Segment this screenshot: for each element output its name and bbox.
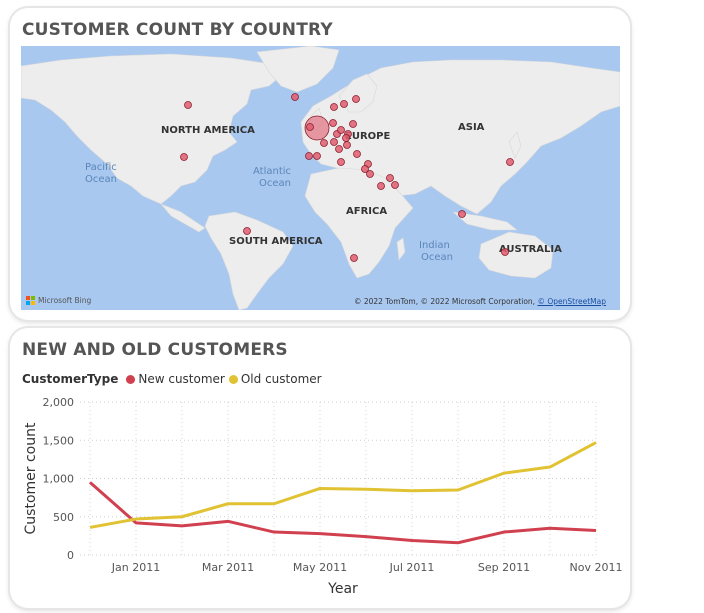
osm-link[interactable]: © OpenStreetMap bbox=[537, 297, 606, 306]
y-axis-ticks: 0 500 1,000 1,500 2,000 bbox=[43, 396, 75, 562]
legend-dot-icon bbox=[126, 374, 136, 384]
x-axis-ticks: Jan 2011 Mar 2011 May 2011 Jul 2011 Sep 2011… bbox=[111, 561, 623, 574]
label-south-america: SOUTH AMERICA bbox=[229, 236, 323, 247]
line-chart-plot[interactable]: 0 500 1,000 1,500 2,000 Jan 2011 Mar 2011 May … bbox=[10, 388, 630, 604]
bubble-norway bbox=[330, 103, 338, 111]
legend-item-new[interactable]: New customer bbox=[126, 372, 225, 386]
label-pacific-1: Pacific bbox=[85, 162, 117, 173]
label-africa: AFRICA bbox=[346, 206, 387, 217]
y-tick-label: 1,500 bbox=[43, 434, 75, 447]
y-axis-title: Customer count bbox=[23, 422, 39, 534]
x-tick-label: Nov 2011 bbox=[570, 561, 623, 574]
chart-legend: CustomerType New customer Old customer bbox=[22, 372, 322, 386]
map-visual-card[interactable]: CUSTOMER COUNT BY COUNTRY NORTH AMERICA … bbox=[10, 8, 630, 320]
label-indian-2: Ocean bbox=[421, 252, 453, 263]
x-tick-label: May 2011 bbox=[293, 561, 347, 574]
legend-title: CustomerType bbox=[22, 372, 119, 386]
label-indian-1: Indian bbox=[419, 240, 450, 251]
bubble-lithuania bbox=[349, 120, 357, 128]
bubble-usa bbox=[180, 153, 188, 161]
legend-item-old[interactable]: Old customer bbox=[228, 372, 322, 386]
bubble-australia bbox=[501, 248, 509, 256]
y-tick-label: 500 bbox=[53, 511, 74, 524]
chart-title: NEW AND OLD CUSTOMERS bbox=[22, 340, 288, 360]
bing-label: Microsoft Bing bbox=[38, 296, 92, 305]
bubble-germany bbox=[337, 126, 345, 134]
bubble-greece bbox=[353, 150, 361, 158]
x-tick-label: Jan 2011 bbox=[111, 561, 160, 574]
bubble-bahrain bbox=[377, 182, 385, 190]
bing-squares-icon bbox=[26, 296, 35, 305]
series-line-new-customer bbox=[89, 481, 597, 545]
bubble-switzerland bbox=[330, 138, 338, 146]
x-tick-label: Mar 2011 bbox=[202, 561, 254, 574]
bubble-japan bbox=[506, 158, 514, 166]
bubble-denmark bbox=[329, 119, 337, 127]
legend-label-old: Old customer bbox=[240, 372, 322, 386]
legend-label-new: New customer bbox=[138, 372, 225, 386]
bubble-israel bbox=[366, 170, 374, 178]
label-atlantic-1: Atlantic bbox=[253, 166, 291, 177]
bubble-france bbox=[320, 139, 328, 147]
y-tick-label: 1,000 bbox=[43, 473, 75, 486]
x-axis-title: Year bbox=[327, 581, 358, 597]
bubble-iceland bbox=[291, 93, 299, 101]
map-attribution: © 2022 TomTom, © 2022 Microsoft Corporat… bbox=[354, 297, 606, 306]
label-atlantic-2: Ocean bbox=[259, 178, 291, 189]
x-tick-label: Sep 2011 bbox=[478, 561, 530, 574]
bing-logo: Microsoft Bing bbox=[26, 296, 91, 305]
label-asia: ASIA bbox=[458, 122, 485, 133]
bubble-finland bbox=[352, 95, 360, 103]
world-map[interactable]: NORTH AMERICA EUROPE ASIA AFRICA SOUTH A… bbox=[21, 46, 620, 310]
bubble-malta bbox=[337, 158, 345, 166]
map-canvas[interactable]: NORTH AMERICA EUROPE ASIA AFRICA SOUTH A… bbox=[21, 46, 620, 310]
label-north-america: NORTH AMERICA bbox=[161, 125, 255, 136]
series-lines bbox=[89, 441, 597, 545]
bubble-south-africa bbox=[350, 254, 358, 262]
series-line-old-customer bbox=[89, 441, 597, 529]
line-chart-card[interactable]: NEW AND OLD CUSTOMERS CustomerType New c… bbox=[10, 328, 630, 608]
bubble-portugal bbox=[305, 152, 313, 160]
bubble-italy bbox=[335, 145, 343, 153]
bubble-brazil bbox=[243, 227, 251, 235]
bubble-austria bbox=[342, 134, 350, 142]
bubble-uae bbox=[391, 181, 399, 189]
label-europe: EUROPE bbox=[345, 131, 390, 142]
bubble-sweden bbox=[340, 100, 348, 108]
bubble-canada bbox=[184, 101, 192, 109]
attribution-text: © 2022 TomTom, © 2022 Microsoft Corporat… bbox=[353, 297, 536, 306]
bubble-ireland bbox=[306, 123, 314, 131]
label-pacific-2: Ocean bbox=[85, 174, 117, 185]
y-tick-label: 0 bbox=[67, 549, 74, 562]
bubble-saudi bbox=[386, 174, 394, 182]
bubble-spain bbox=[313, 152, 321, 160]
legend-dot-icon bbox=[228, 374, 238, 384]
x-tick-label: Jul 2011 bbox=[389, 561, 435, 574]
bubble-singapore bbox=[458, 210, 466, 218]
map-title: CUSTOMER COUNT BY COUNTRY bbox=[22, 20, 333, 40]
y-tick-label: 2,000 bbox=[43, 396, 75, 409]
bubble-czech bbox=[343, 141, 351, 149]
